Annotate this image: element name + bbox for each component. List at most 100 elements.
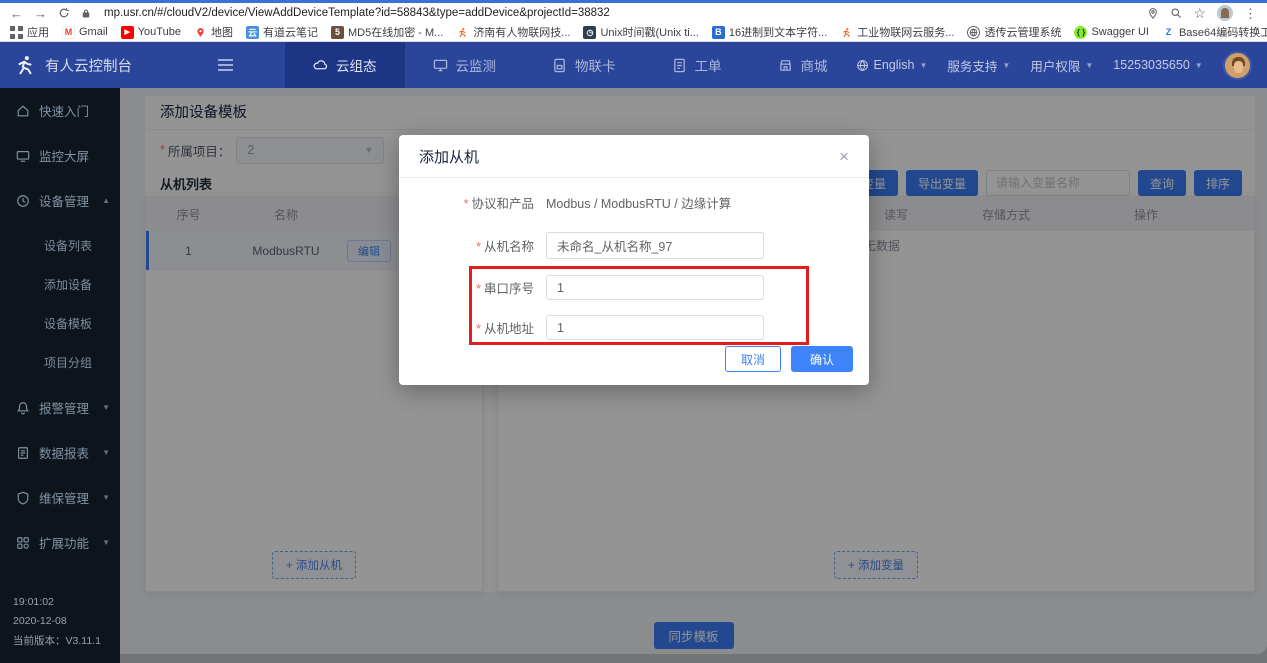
bookmark-md5[interactable]: 5MD5在线加密 - M... [331, 24, 443, 40]
bookmark-industrial-iot[interactable]: 工业物联网云服务... [840, 24, 954, 40]
monitor-icon [433, 58, 448, 73]
tab-cloud-monitor[interactable]: 云监测 [405, 42, 525, 88]
tab-mall[interactable]: 商城 [750, 42, 856, 88]
lock-icon [81, 8, 91, 19]
chevron-down-icon: ▼ [102, 403, 110, 412]
bookmark-gmail[interactable]: MGmail [62, 26, 108, 39]
sidebar-item-project-group[interactable]: 项目分组 [0, 343, 120, 382]
status-time: 19:01:02 [13, 593, 101, 612]
browser-back-icon[interactable]: ← [10, 7, 23, 20]
bookmark-youdao[interactable]: 云有道云笔记 [246, 24, 318, 40]
globe-icon [967, 26, 980, 39]
slave-name-row: *从机名称 [399, 232, 869, 259]
gmail-icon: M [62, 26, 75, 39]
sidebar-item-data-report[interactable]: 数据报表 ▼ [0, 430, 120, 475]
required-asterisk: * [464, 197, 469, 211]
chevron-down-icon: ▼ [102, 538, 110, 547]
sidebar-item-maintenance[interactable]: 维保管理 ▼ [0, 475, 120, 520]
modal-header: 添加从机 × [399, 135, 869, 178]
youdao-icon: 云 [246, 26, 259, 39]
browser-menu-icon[interactable]: ⋮ [1244, 7, 1257, 20]
sidebar-footer: 19:01:02 2020-12-08 当前版本：V3.11.1 [13, 593, 101, 651]
globe-icon [856, 59, 869, 72]
tab-iot-card[interactable]: 物联卡 [524, 42, 644, 88]
browser-refresh-icon[interactable] [58, 7, 70, 19]
bookmark-cloud-mgmt[interactable]: 透传云管理系统 [967, 24, 1061, 40]
language-selector[interactable]: English▼ [856, 58, 928, 72]
bookmarks-bar: 应用 MGmail ▶YouTube 地图 云有道云笔记 5MD5在线加密 - … [0, 23, 1267, 42]
support-menu[interactable]: 服务支持▼ [947, 56, 1010, 75]
search-icon[interactable] [1170, 7, 1182, 19]
device-gauge-icon [16, 194, 30, 208]
cancel-button[interactable]: 取消 [725, 346, 781, 372]
usr-logo-icon [14, 54, 36, 76]
confirm-button[interactable]: 确认 [791, 346, 853, 372]
sidebar-item-add-device[interactable]: 添加设备 [0, 265, 120, 304]
main-content: 添加设备模板 * 所属项目： 2 ▼ * 设备模板名称 从机列表 导入变量 导出… [120, 88, 1267, 663]
add-slave-modal: 添加从机 × *协议和产品 Modbus / ModbusRTU / 边缘计算 … [399, 135, 869, 385]
md5-icon: 5 [331, 26, 344, 39]
sidebar-item-alarm-management[interactable]: 报警管理 ▼ [0, 385, 120, 430]
bookmark-hex[interactable]: B16进制到文本字符... [712, 24, 827, 40]
swagger-icon: { } [1074, 26, 1087, 39]
cloud-icon [313, 58, 328, 73]
hex-icon: B [712, 26, 725, 39]
bookmark-base64[interactable]: ZBase64编码转换工... [1162, 24, 1267, 40]
sidebar-item-device-management[interactable]: 设备管理 ▲ [0, 178, 120, 223]
sidebar-item-device-list[interactable]: 设备列表 [0, 226, 120, 265]
base64-icon: Z [1162, 26, 1175, 39]
slave-name-input[interactable] [546, 232, 764, 259]
chevron-down-icon: ▼ [102, 448, 110, 457]
version-label: 当前版本：V3.11.1 [13, 632, 101, 651]
browser-forward-icon[interactable]: → [34, 7, 47, 20]
bookmark-maps[interactable]: 地图 [194, 24, 233, 40]
url-text[interactable]: mp.usr.cn/#/cloudV2/device/ViewAddDevice… [104, 7, 610, 19]
map-pin-icon [194, 26, 207, 39]
collapse-menu-icon[interactable] [218, 59, 233, 71]
home-icon [16, 104, 30, 118]
required-asterisk: * [476, 240, 481, 254]
bookmark-unix-time[interactable]: ◷Unix时间戳(Unix ti... [583, 24, 698, 40]
tab-cloud-scada[interactable]: 云组态 [285, 42, 405, 88]
browser-profile-avatar[interactable] [1217, 5, 1233, 21]
work-order-icon [672, 58, 687, 73]
close-icon[interactable]: × [839, 148, 849, 165]
sidebar-item-monitor-screen[interactable]: 监控大屏 [0, 133, 120, 178]
big-screen-icon [16, 149, 30, 163]
tab-work-order[interactable]: 工单 [644, 42, 750, 88]
bookmark-usr-iot[interactable]: 济南有人物联网技... [456, 24, 570, 40]
bookmark-swagger[interactable]: { }Swagger UI [1074, 26, 1148, 39]
clock-icon: ◷ [583, 26, 596, 39]
user-avatar[interactable] [1223, 51, 1252, 80]
sidebar: 快速入门 监控大屏 设备管理 ▲ 设备列表 添加设备 设备模板 项目分组 报警管… [0, 88, 120, 663]
status-date: 2020-12-08 [13, 612, 101, 631]
device-submenu: 设备列表 添加设备 设备模板 项目分组 [0, 223, 120, 385]
apps-grid-icon [16, 536, 30, 550]
apps-grid-icon [10, 26, 23, 39]
bookmark-apps[interactable]: 应用 [10, 24, 49, 40]
sim-card-icon [552, 58, 567, 73]
chevron-down-icon: ▼ [1085, 61, 1093, 70]
modal-footer: 取消 确认 [725, 346, 853, 372]
chevron-up-icon: ▲ [102, 196, 110, 205]
runner-icon [840, 26, 853, 39]
permission-menu[interactable]: 用户权限▼ [1030, 56, 1093, 75]
sidebar-item-device-template[interactable]: 设备模板 [0, 304, 120, 343]
bookmark-youtube[interactable]: ▶YouTube [121, 26, 181, 39]
chevron-down-icon: ▼ [1002, 61, 1010, 70]
chevron-down-icon: ▼ [102, 493, 110, 502]
location-pin-icon[interactable] [1147, 7, 1159, 20]
app-brand-title: 有人云控制台 [45, 55, 132, 76]
app-top-nav: 有人云控制台 云组态 云监测 物联卡 工单 商城 English▼ 服务支持▼ … [0, 42, 1267, 88]
shop-icon [778, 58, 793, 73]
app-tabs: 云组态 云监测 物联卡 工单 商城 [285, 42, 856, 88]
runner-icon [456, 26, 469, 39]
protocol-row: *协议和产品 Modbus / ModbusRTU / 边缘计算 [399, 192, 869, 212]
account-menu[interactable]: 15253035650▼ [1113, 58, 1202, 72]
youtube-icon: ▶ [121, 26, 134, 39]
sidebar-item-extensions[interactable]: 扩展功能 ▼ [0, 520, 120, 565]
bookmark-star-icon[interactable]: ☆ [1193, 6, 1206, 20]
browser-address-bar: ← → mp.usr.cn/#/cloudV2/device/ViewAddDe… [0, 3, 1267, 23]
sidebar-item-quick-start[interactable]: 快速入门 [0, 88, 120, 133]
chevron-down-icon: ▼ [1195, 61, 1203, 70]
